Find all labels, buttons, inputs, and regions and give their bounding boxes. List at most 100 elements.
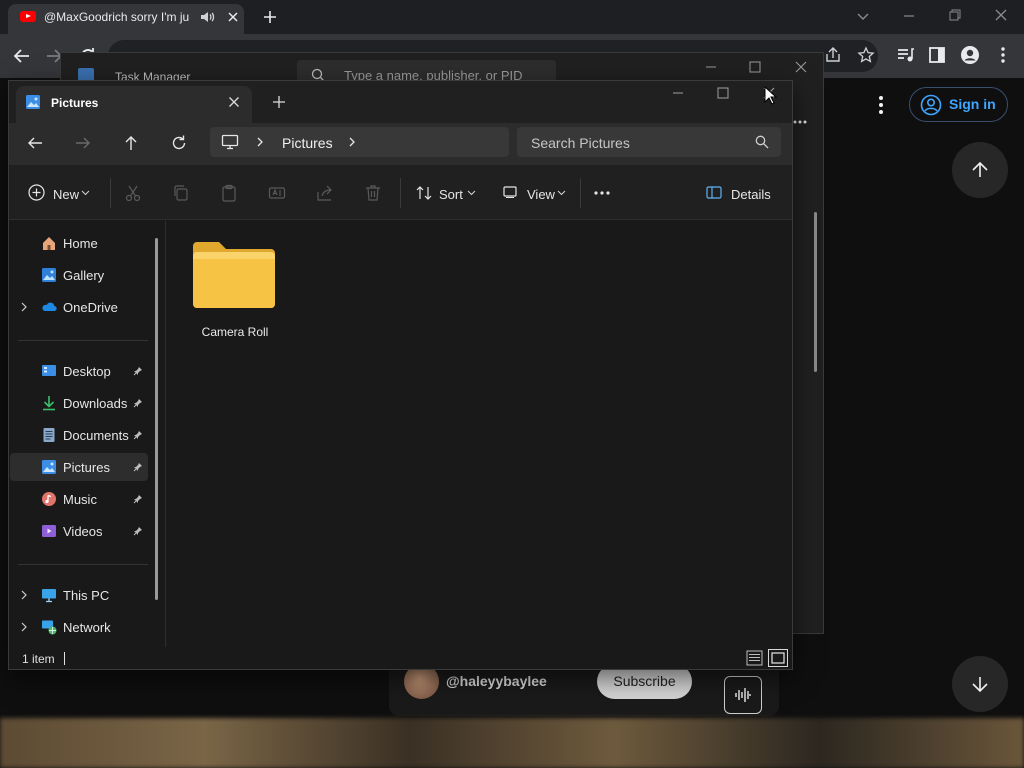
item-count-label: 1 item [22, 652, 55, 666]
navigation-divider [18, 340, 148, 341]
command-separator [110, 178, 111, 208]
browser-minimize-icon[interactable] [902, 9, 916, 23]
new-tab-icon[interactable] [261, 8, 279, 26]
pin-icon[interactable] [133, 494, 143, 504]
nav-label-pictures: Pictures [63, 460, 110, 475]
rename-icon[interactable] [268, 184, 286, 202]
youtube-more-icon[interactable] [872, 94, 890, 116]
view-button[interactable]: View [527, 187, 555, 202]
nav-label-music: Music [63, 492, 97, 507]
task-manager-more-icon[interactable] [792, 114, 808, 130]
nav-label-desktop: Desktop [63, 364, 111, 379]
downloads-icon [43, 396, 55, 411]
previous-short-button[interactable] [952, 142, 1008, 198]
share-icon[interactable] [316, 184, 334, 202]
chevron-down-icon[interactable] [467, 190, 476, 196]
explorer-minimize-icon[interactable] [671, 86, 685, 100]
refresh-icon[interactable] [170, 134, 188, 152]
arrow-up-icon [972, 161, 988, 177]
new-plus-icon[interactable] [28, 184, 45, 201]
browser-close-icon[interactable] [994, 8, 1008, 22]
pin-icon[interactable] [133, 526, 143, 536]
nav-label-network: Network [63, 620, 111, 635]
search-placeholder: Search Pictures [531, 135, 630, 151]
youtube-icon [20, 11, 36, 22]
task-manager-maximize-icon[interactable] [748, 60, 762, 74]
profile-icon[interactable] [960, 45, 980, 65]
navigation-divider [18, 564, 148, 565]
onedrive-icon [42, 302, 57, 312]
nav-label-videos: Videos [63, 524, 103, 539]
sort-icon[interactable] [416, 185, 432, 201]
explorer-maximize-icon[interactable] [716, 86, 730, 100]
more-options-icon[interactable] [593, 188, 611, 198]
network-icon [42, 620, 57, 635]
share-icon[interactable] [824, 46, 842, 64]
folder-icon[interactable] [191, 240, 277, 310]
explorer-tab-label: Pictures [51, 96, 99, 110]
home-icon [43, 237, 55, 250]
browser-tab-title: @MaxGoodrich sorry I'm ju [44, 10, 190, 24]
pin-icon[interactable] [133, 430, 143, 440]
status-separator [64, 652, 65, 665]
breadcrumb-chevron-icon[interactable] [347, 137, 357, 147]
task-manager-minimize-icon[interactable] [704, 60, 718, 74]
details-pane-icon[interactable] [706, 186, 722, 199]
back-arrow-icon[interactable] [26, 134, 44, 152]
new-tab-icon[interactable] [272, 95, 286, 109]
delete-icon[interactable] [364, 184, 382, 202]
computer-icon[interactable] [221, 134, 239, 150]
channel-handle[interactable]: @haleyybaylee [446, 673, 547, 689]
sound-button[interactable] [724, 676, 762, 714]
pin-icon[interactable] [133, 366, 143, 376]
bookmark-star-icon[interactable] [857, 46, 875, 64]
desktop-icon [42, 365, 56, 376]
breadcrumb-chevron-icon[interactable] [255, 137, 265, 147]
arrow-down-icon [972, 677, 988, 693]
cut-icon[interactable] [124, 184, 142, 202]
folder-name-label[interactable]: Camera Roll [166, 325, 304, 339]
nav-label-this-pc: This PC [63, 588, 110, 603]
chevron-down-icon[interactable] [557, 190, 566, 196]
browser-menu-icon[interactable] [996, 46, 1010, 64]
nav-label-documents: Documents [63, 428, 129, 443]
new-button[interactable]: New [53, 187, 79, 202]
nav-label-downloads: Downloads [63, 396, 128, 411]
pictures-folder-icon [26, 95, 40, 109]
command-separator [400, 178, 401, 208]
explorer-status-bar [9, 647, 792, 669]
paste-icon[interactable] [220, 184, 238, 202]
chevron-down-icon[interactable] [81, 190, 90, 196]
sort-button[interactable]: Sort [439, 187, 463, 202]
mouse-cursor-icon [764, 86, 778, 105]
next-short-button[interactable] [952, 656, 1008, 712]
forward-arrow-icon[interactable] [74, 134, 92, 152]
this-pc-icon [42, 589, 56, 603]
browser-back-icon[interactable] [12, 46, 32, 66]
up-arrow-icon[interactable] [122, 134, 140, 152]
details-view-icon[interactable] [746, 650, 763, 666]
details-button[interactable]: Details [731, 187, 771, 202]
task-manager-scrollbar[interactable] [814, 212, 817, 372]
close-tab-icon[interactable] [228, 96, 240, 108]
side-panel-icon[interactable] [929, 47, 945, 63]
tab-search-chevron-icon[interactable] [856, 9, 870, 23]
breadcrumb-pictures[interactable]: Pictures [282, 135, 333, 151]
pin-icon[interactable] [133, 398, 143, 408]
browser-restore-icon[interactable] [948, 8, 962, 22]
large-icons-view-button[interactable] [768, 649, 788, 667]
speaker-icon[interactable] [199, 10, 215, 24]
media-queue-icon[interactable] [897, 47, 915, 63]
copy-icon[interactable] [172, 184, 190, 202]
nav-label-home: Home [63, 236, 98, 251]
pictures-icon [42, 460, 56, 474]
navigation-pane-scrollbar[interactable] [155, 238, 158, 600]
view-icon[interactable] [503, 186, 517, 198]
audio-wave-icon [735, 688, 751, 702]
nav-label-gallery: Gallery [63, 268, 105, 283]
task-manager-close-icon[interactable] [794, 60, 808, 74]
search-icon[interactable] [755, 135, 769, 149]
pin-icon[interactable] [133, 462, 143, 472]
close-tab-icon[interactable] [225, 9, 241, 25]
video-frame-blur [0, 718, 1024, 768]
